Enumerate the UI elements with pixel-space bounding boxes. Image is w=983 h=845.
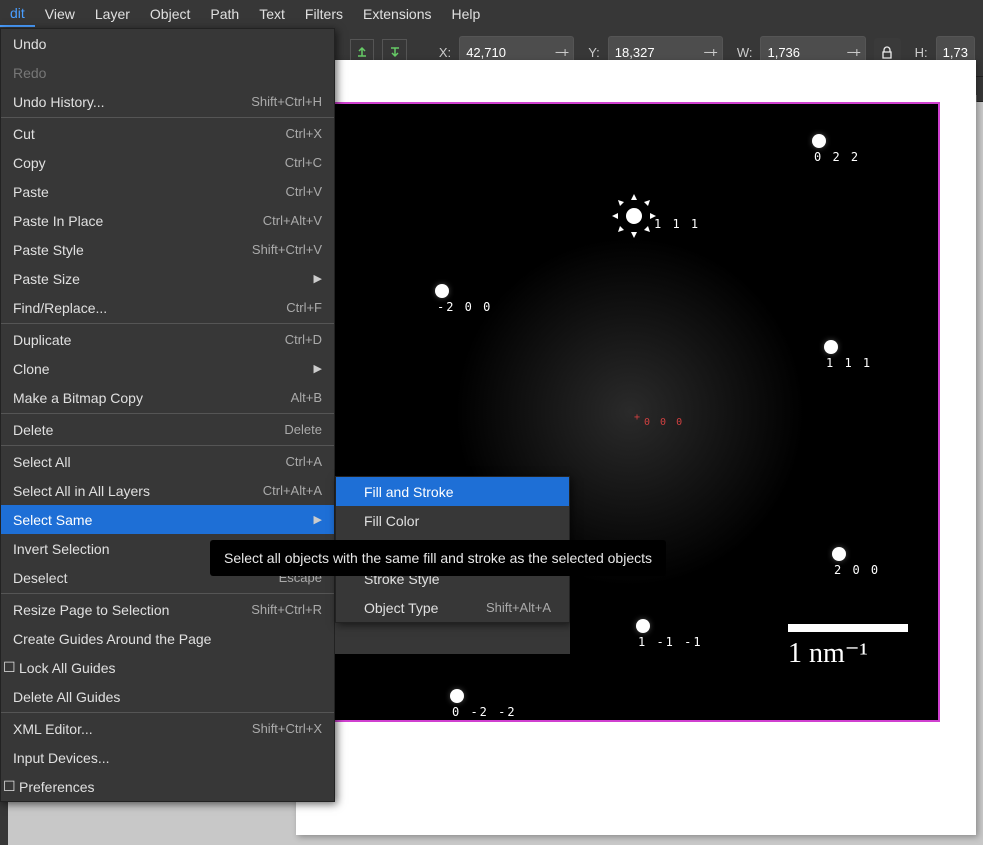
center-label: 0 0 0: [644, 417, 684, 428]
y-label: Y:: [588, 45, 600, 60]
menu-edit[interactable]: dit: [0, 1, 35, 27]
menuitem-select-same[interactable]: Select Same▶: [1, 505, 334, 534]
menu-object[interactable]: Object: [140, 2, 200, 26]
menuitem-preferences[interactable]: ☐Preferences: [1, 772, 334, 801]
menuitem-undo[interactable]: Undo: [1, 29, 334, 58]
selection-handles-icon[interactable]: [612, 194, 652, 234]
menuitem-cut[interactable]: CutCtrl+X: [1, 119, 334, 148]
diffraction-label: 1 -1 -1: [638, 635, 703, 649]
submenuitem-fill-and-stroke[interactable]: Fill and Stroke: [336, 477, 569, 506]
menuitem-create-guides-around-the-page[interactable]: Create Guides Around the Page: [1, 624, 334, 653]
menuitem-paste-style[interactable]: Paste StyleShift+Ctrl+V: [1, 235, 334, 264]
checkbox-icon: ☐: [3, 659, 17, 676]
menu-path[interactable]: Path: [200, 2, 249, 26]
menu-extensions[interactable]: Extensions: [353, 2, 441, 26]
menu-help[interactable]: Help: [442, 2, 491, 26]
submenuitem-object-type[interactable]: Object TypeShift+Alt+A: [336, 593, 569, 622]
x-label: X:: [439, 45, 451, 60]
menuitem-undo-history-[interactable]: Undo History...Shift+Ctrl+H: [1, 87, 334, 116]
diffraction-label: 0 -2 -2: [452, 705, 517, 719]
diffraction-spot: [450, 689, 464, 703]
tooltip: Select all objects with the same fill an…: [210, 540, 666, 576]
center-cross-icon: +: [634, 412, 640, 423]
menuitem-paste[interactable]: PasteCtrl+V: [1, 177, 334, 206]
diffraction-spot: [824, 340, 838, 354]
menu-layer[interactable]: Layer: [85, 2, 140, 26]
menuitem-delete-all-guides[interactable]: Delete All Guides: [1, 682, 334, 711]
scale-bar: 1 nm⁻¹: [788, 624, 908, 670]
diffraction-label: -2 0 0: [437, 300, 492, 314]
menubar: dit View Layer Object Path Text Filters …: [0, 0, 983, 28]
diffraction-spot: [832, 547, 846, 561]
menuitem-select-all-in-all-layers[interactable]: Select All in All LayersCtrl+Alt+A: [1, 476, 334, 505]
submenuitem-fill-color[interactable]: Fill Color: [336, 506, 569, 535]
diffraction-spot: [636, 619, 650, 633]
diffraction-spot: [435, 284, 449, 298]
menuitem-clone[interactable]: Clone▶: [1, 354, 334, 383]
h-label: H:: [915, 45, 928, 60]
menu-filters[interactable]: Filters: [295, 2, 353, 26]
menuitem-paste-in-place[interactable]: Paste In PlaceCtrl+Alt+V: [1, 206, 334, 235]
menuitem-redo: Redo: [1, 58, 334, 87]
edit-menu-dropdown: UndoRedoUndo History...Shift+Ctrl+H CutCt…: [0, 28, 335, 802]
chevron-right-icon: ▶: [314, 362, 322, 375]
menu-view[interactable]: View: [35, 2, 85, 26]
diffraction-label: 0 2 2: [814, 150, 860, 164]
checkbox-icon: ☐: [3, 778, 17, 795]
menuitem-input-devices-[interactable]: Input Devices...: [1, 743, 334, 772]
menuitem-delete[interactable]: DeleteDelete: [1, 415, 334, 444]
menuitem-duplicate[interactable]: DuplicateCtrl+D: [1, 325, 334, 354]
spot-label-center: 1 1 1: [654, 217, 700, 231]
menuitem-select-all[interactable]: Select AllCtrl+A: [1, 447, 334, 476]
menuitem-resize-page-to-selection[interactable]: Resize Page to SelectionShift+Ctrl+R: [1, 595, 334, 624]
menuitem-find-replace-[interactable]: Find/Replace...Ctrl+F: [1, 293, 334, 322]
diffraction-label: 1 1 1: [826, 356, 872, 370]
menu-text[interactable]: Text: [249, 2, 295, 26]
menuitem-xml-editor-[interactable]: XML Editor...Shift+Ctrl+X: [1, 714, 334, 743]
chevron-right-icon: ▶: [314, 272, 322, 285]
diffraction-spot: [812, 134, 826, 148]
menuitem-make-a-bitmap-copy[interactable]: Make a Bitmap CopyAlt+B: [1, 383, 334, 412]
w-label: W:: [737, 45, 753, 60]
chevron-right-icon: ▶: [314, 513, 322, 526]
menuitem-paste-size[interactable]: Paste Size▶: [1, 264, 334, 293]
menuitem-copy[interactable]: CopyCtrl+C: [1, 148, 334, 177]
diffraction-label: 2 0 0: [834, 563, 880, 577]
menuitem-lock-all-guides[interactable]: ☐Lock All Guides: [1, 653, 334, 682]
